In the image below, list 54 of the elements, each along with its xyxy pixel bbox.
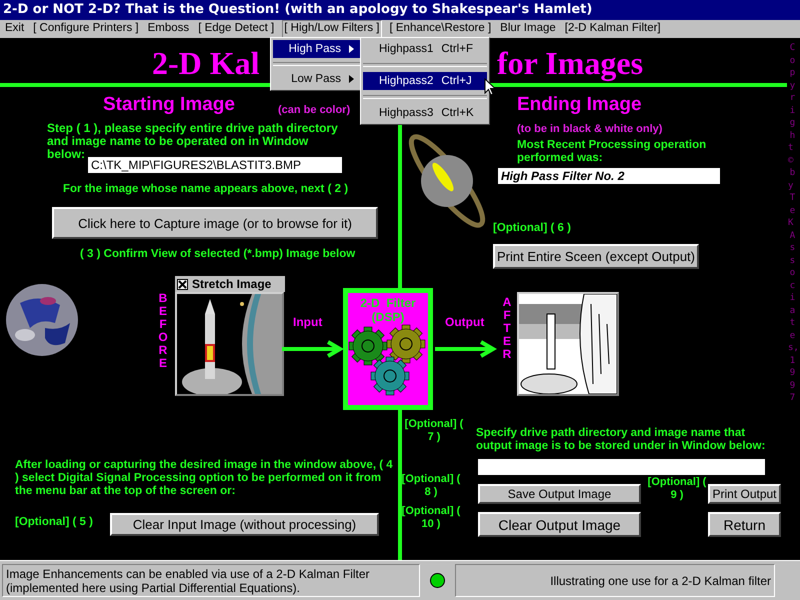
input-label: Input bbox=[293, 315, 322, 329]
check-icon bbox=[178, 280, 187, 288]
optional-label: [Optional] ( 6 ) bbox=[493, 222, 571, 235]
filter-subtitle: (DSP) bbox=[372, 310, 404, 324]
note-text: (to be in black & white only) bbox=[517, 123, 662, 135]
optional-label: [Optional] ( 10 ) bbox=[400, 505, 462, 531]
menu-item[interactable]: Blur Image bbox=[499, 20, 557, 38]
section-heading: Ending Image bbox=[517, 94, 642, 116]
optional-label: [Optional] ( 5 ) bbox=[15, 516, 93, 529]
copyright-text: Copyright © by TeK Associates, 1997 bbox=[788, 42, 797, 404]
menu-item[interactable]: [ Configure Printers ] bbox=[32, 20, 140, 38]
return-button[interactable]: Return bbox=[708, 512, 781, 537]
after-label: AFTER bbox=[502, 296, 512, 361]
optional-label: [Optional] ( 9 ) bbox=[646, 476, 708, 502]
submenu-arrow-icon bbox=[349, 45, 354, 53]
instruction-text: After loading or capturing the desired image in the window above, ( 4 ) select Digital Signal Processing option to be performed on it from the menu bar at the top of the screen or: bbox=[15, 459, 394, 498]
operation-field: High Pass Filter No. 2 bbox=[498, 168, 720, 184]
menu-item[interactable]: [ Enhance\Restore ] bbox=[388, 20, 492, 38]
print-screen-button[interactable]: Print Entire Sceen (except Output) bbox=[493, 244, 699, 269]
optional-label: [Optional] ( 7 ) bbox=[404, 418, 464, 444]
before-label: BEFORE bbox=[157, 292, 169, 370]
status-text: Illustrating one use for a 2-D Kalman filter bbox=[455, 564, 775, 597]
arrow-icon bbox=[435, 340, 497, 358]
optional-label: [Optional] ( 8 ) bbox=[400, 473, 462, 499]
save-button[interactable]: Save Output Image bbox=[478, 484, 641, 504]
instruction-text: Specify drive path directory and image name that output image is to be stored under in Window below: bbox=[476, 427, 766, 453]
menu-item[interactable]: High Pass bbox=[273, 40, 360, 58]
clear-output-button[interactable]: Clear Output Image bbox=[478, 512, 641, 537]
menu-item[interactable]: Highpass3 Ctrl+K bbox=[363, 104, 487, 122]
window-title: 2-D or NOT 2-D? That is the Question! (with an apology to Shakespear's Hamlet) bbox=[0, 0, 800, 20]
clear-input-button[interactable]: Clear Input Image (without processing) bbox=[110, 513, 379, 536]
capture-button[interactable]: Click here to Capture image (or to browse for it) bbox=[52, 207, 378, 239]
menu-item[interactable]: Highpass1 Ctrl+F bbox=[363, 40, 487, 58]
banner-title: for Images bbox=[497, 45, 644, 82]
menu-item[interactable]: [2-D Kalman Filter] bbox=[564, 20, 662, 38]
output-path-field[interactable] bbox=[478, 459, 765, 475]
print-output-button[interactable]: Print Output bbox=[708, 484, 781, 504]
banner-title: 2-D Kal bbox=[152, 45, 260, 82]
input-path-field[interactable]: C:\TK_MIP\FIGURES2\BLASTIT3.BMP bbox=[88, 157, 342, 173]
filter-title: 2-D Filter bbox=[360, 296, 416, 310]
instruction-text: ( 3 ) Confirm View of selected (*.bmp) Image below bbox=[80, 248, 356, 261]
stretch-checkbox[interactable]: Stretch Image bbox=[175, 276, 285, 292]
menu-item[interactable]: Emboss bbox=[146, 20, 190, 38]
section-heading: Starting Image bbox=[103, 94, 235, 116]
instruction-text: Most Recent Processing operation performed was: bbox=[517, 139, 708, 165]
menu-item[interactable]: [ Edge Detect ] bbox=[197, 20, 276, 38]
menu-item[interactable]: Exit bbox=[4, 20, 26, 38]
menu-item[interactable]: Highpass2 Ctrl+J bbox=[363, 72, 487, 90]
menu-item[interactable]: Low Pass bbox=[273, 70, 360, 88]
status-text: Image Enhancements can be enabled via use of a 2-D Kalman Filter (implemented here using Partial Differential Equations). bbox=[2, 564, 420, 597]
output-label: Output bbox=[445, 315, 484, 329]
instruction-text: For the image whose name appears above, next ( 2 ) bbox=[63, 183, 348, 196]
submenu-arrow-icon bbox=[349, 75, 354, 83]
note-text: (can be color) bbox=[278, 104, 350, 116]
